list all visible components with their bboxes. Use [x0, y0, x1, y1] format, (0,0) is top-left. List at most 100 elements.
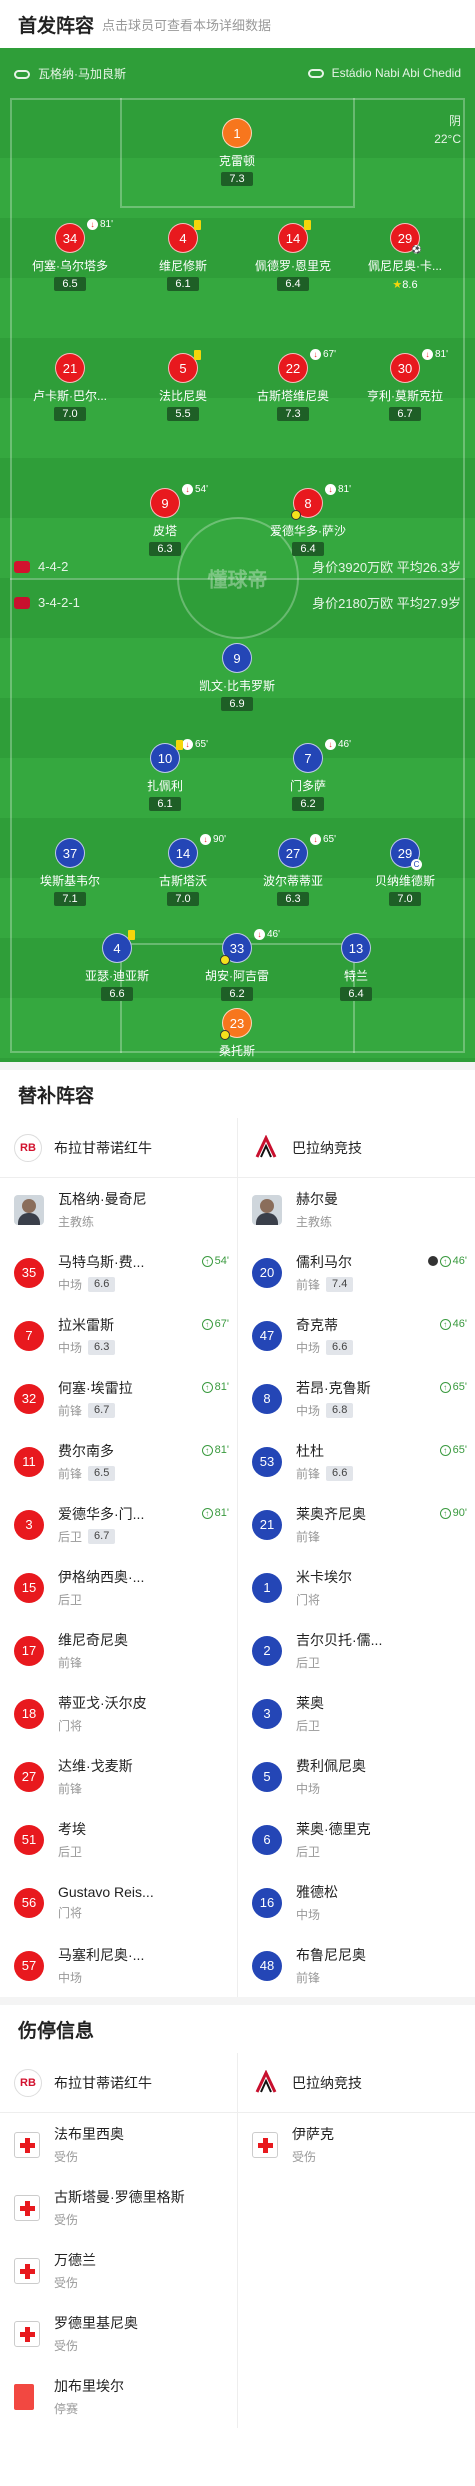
injury-cell[interactable]: 伊萨克 受伤 [238, 2113, 475, 2176]
player-marker[interactable]: 1 克雷顿 7.3 [182, 118, 292, 187]
sub-player[interactable]: 3 爱德华多·门... 后卫 6.7 ↑ 81' [0, 1493, 238, 1556]
sub-player[interactable]: 11 费尔南多 前锋 6.5 ↑ 81' [0, 1430, 238, 1493]
sub-player[interactable]: 3 莱奥 后卫 [238, 1682, 475, 1745]
sub-minute: 67' [323, 349, 337, 360]
player-marker[interactable]: 5 法比尼奥 5.5 [128, 350, 238, 422]
player-number-text: 22 [285, 360, 301, 376]
injury-cell[interactable]: 万德兰 受伤 [0, 2239, 238, 2302]
sub-player[interactable]: 48 布鲁尼尼奥 前锋 [238, 1934, 475, 1997]
sub-player[interactable]: 21 莱奥齐尼奥 前锋 ↑ 90' [238, 1493, 475, 1556]
sub-player[interactable]: 18 蒂亚戈·沃尔皮 门将 [0, 1682, 238, 1745]
sub-position: 中场 [296, 1908, 321, 1922]
sub-position-row: 门将 [296, 1591, 352, 1608]
sub-player[interactable]: 6 莱奥·德里克 后卫 [238, 1808, 475, 1871]
injury-status: 受伤 [54, 2276, 79, 2290]
sub-minute: 54' [195, 484, 209, 495]
sub-name: 若昂·克鲁斯 [296, 1380, 371, 1396]
player-marker[interactable]: 7 ↓ 46' 门多萨 6.2 [253, 739, 363, 812]
player-marker[interactable]: 29 ⚽ 佩尼尼奥·卡... ★8.6 [350, 223, 460, 293]
sub-name: 奇克蒂 [296, 1317, 338, 1333]
player-number: 11 [14, 1446, 44, 1477]
sub-player[interactable]: 56 Gustavo Reis... 门将 [0, 1871, 238, 1934]
sub-player[interactable]: 51 考埃 后卫 [0, 1808, 238, 1871]
sub-name: 费利佩尼奥 [296, 1758, 366, 1774]
player-name: 亨利·莫斯克拉 [367, 389, 443, 403]
section-subtitle: 点击球员可查看本场详细数据 [102, 17, 272, 33]
injury-cell[interactable]: 古斯塔曼·罗德里格斯 受伤 [0, 2176, 238, 2239]
injury-cell[interactable]: 加布里埃尔 停赛 [0, 2365, 238, 2428]
sub-position-row: 中场 6.8 [296, 1402, 371, 1419]
rating-value: 6.1 [175, 278, 191, 290]
player-name: 卢卡斯·巴尔... [33, 389, 107, 403]
sub-player[interactable]: 15 伊格纳西奥·... 后卫 [0, 1556, 238, 1619]
player-number: 53 [252, 1446, 282, 1477]
player-number: 14 ↓ 90' [168, 834, 226, 868]
player-marker[interactable]: 13 特兰 6.4 [301, 933, 411, 1002]
player-marker[interactable]: 37 埃斯基韦尔 7.1 [15, 838, 125, 907]
player-marker[interactable]: 9 凯文·比韦罗斯 6.9 [182, 643, 292, 712]
player-marker[interactable]: 14 佩德罗·恩里克 6.4 [238, 220, 348, 292]
referee-icon [14, 69, 30, 79]
away-coach[interactable]: 赫尔曼 主教练 [238, 1178, 475, 1241]
sub-player[interactable]: 17 维尼奇尼奥 前锋 [0, 1619, 238, 1682]
sub-position-row: 前锋 6.5 [58, 1465, 116, 1482]
player-marker[interactable]: 4 亚瑟·迪亚斯 6.6 [62, 930, 172, 1002]
sub-player[interactable]: 16 雅德松 中场 [238, 1871, 475, 1934]
player-marker[interactable]: 22 ↓ 67' 古斯塔维尼奥 7.3 [238, 349, 348, 422]
sub-player[interactable]: 35 马特乌斯·费... 中场 6.6 ↑ 54' [0, 1241, 238, 1304]
sub-info: 杜杜 前锋 6.6 [296, 1441, 354, 1482]
venue-bar: 瓦格纳·马加良斯 Estádio Nabi Abi Chedid [0, 48, 475, 98]
sub-player[interactable]: 57 马塞利尼奥·... 中场 [0, 1934, 238, 1997]
player-number: 16 [252, 1887, 282, 1918]
sub-info: 莱奥 后卫 [296, 1693, 324, 1734]
sub-player[interactable]: 47 奇克蒂 中场 6.6 ↑ 46' [238, 1304, 475, 1367]
sub-player[interactable]: 2 吉尔贝托·儒... 后卫 [238, 1619, 475, 1682]
player-marker[interactable]: 9 ↓ 54' 皮塔 6.3 [110, 484, 220, 557]
player-marker[interactable]: 10 ↓ 65' 扎佩利 6.1 [110, 739, 220, 812]
home-coach[interactable]: 瓦格纳·曼奇尼 主教练 [0, 1178, 238, 1241]
sub-player[interactable]: 7 拉米雷斯 中场 6.3 ↑ 67' [0, 1304, 238, 1367]
player-marker[interactable]: 29 C 贝纳维德斯 7.0 [350, 838, 460, 907]
sub-position-row: 前锋 6.6 [296, 1465, 354, 1482]
player-name: 桑托斯 [218, 1044, 255, 1058]
player-name: 凯文·比韦罗斯 [199, 679, 275, 693]
player-number: 47 [252, 1320, 282, 1351]
sub-row: 17 维尼奇尼奥 前锋 2 吉尔贝托·儒... 后卫 [0, 1619, 475, 1682]
away-formation: 3-4-2-1 [38, 595, 80, 610]
sub-position-row: 中场 6.6 [296, 1339, 354, 1356]
injury-home-team: 布拉甘蒂诺红牛 [54, 2074, 152, 2091]
player-name: 克雷顿 [218, 154, 255, 168]
rating-value: 8.6 [402, 279, 418, 291]
sub-arrow-icon: ↓ [182, 739, 193, 750]
rating-value: 6.3 [285, 893, 301, 905]
player-marker[interactable]: 8 ↓ 81' 爱德华多·萨沙 6.4 [253, 484, 363, 557]
sub-player[interactable]: 32 何塞·埃雷拉 前锋 6.7 ↑ 81' [0, 1367, 238, 1430]
player-marker[interactable]: 27 ↓ 65' 波尔蒂蒂亚 6.3 [238, 834, 348, 907]
sub-player[interactable]: 20 儒利马尔 前锋 7.4 ↑ 46' [238, 1241, 475, 1304]
sub-player[interactable]: 27 达维·戈麦斯 前锋 [0, 1745, 238, 1808]
sub-position-row: 前锋 6.7 [58, 1402, 133, 1419]
sub-name: 考埃 [58, 1821, 86, 1837]
player-number: 35 [14, 1257, 44, 1288]
player-marker[interactable]: 14 ↓ 90' 古斯塔沃 7.0 [128, 834, 238, 907]
player-marker[interactable]: 21 卢卡斯·巴尔... 7.0 [15, 353, 125, 422]
player-number: 32 [14, 1383, 44, 1414]
player-marker[interactable]: 4 维尼修斯 6.1 [128, 220, 238, 292]
section-title: 首发阵容 [18, 15, 95, 37]
rating-value: 6.6 [109, 988, 125, 1000]
player-marker[interactable]: 33 ↓ 46' 胡安·阿吉雷 6.2 [182, 929, 292, 1002]
sub-player[interactable]: 53 杜杜 前锋 6.6 ↑ 65' [238, 1430, 475, 1493]
injury-cell[interactable]: 罗德里基尼奥 受伤 [0, 2302, 238, 2365]
player-marker[interactable]: 30 ↓ 81' 亨利·莫斯克拉 6.7 [350, 349, 460, 422]
injury-cell[interactable]: 法布里西奥 受伤 [0, 2113, 238, 2176]
sub-name: Gustavo Reis... [58, 1884, 154, 1900]
injured-player-name: 万德兰 [54, 2252, 96, 2268]
sub-player[interactable]: 5 费利佩尼奥 中场 [238, 1745, 475, 1808]
injury-cell [238, 2365, 475, 2428]
sub-player[interactable]: 8 若昂·克鲁斯 中场 6.8 ↑ 65' [238, 1367, 475, 1430]
player-marker[interactable]: 34 ↓ 81' 何塞·乌尔塔多 6.5 [15, 219, 125, 292]
player-number: 8 ↓ 81' [291, 484, 351, 520]
player-number: 13 [341, 933, 371, 963]
sub-player[interactable]: 1 米卡埃尔 门将 [238, 1556, 475, 1619]
player-marker[interactable]: 23桑托斯6.5 [182, 1008, 292, 1062]
